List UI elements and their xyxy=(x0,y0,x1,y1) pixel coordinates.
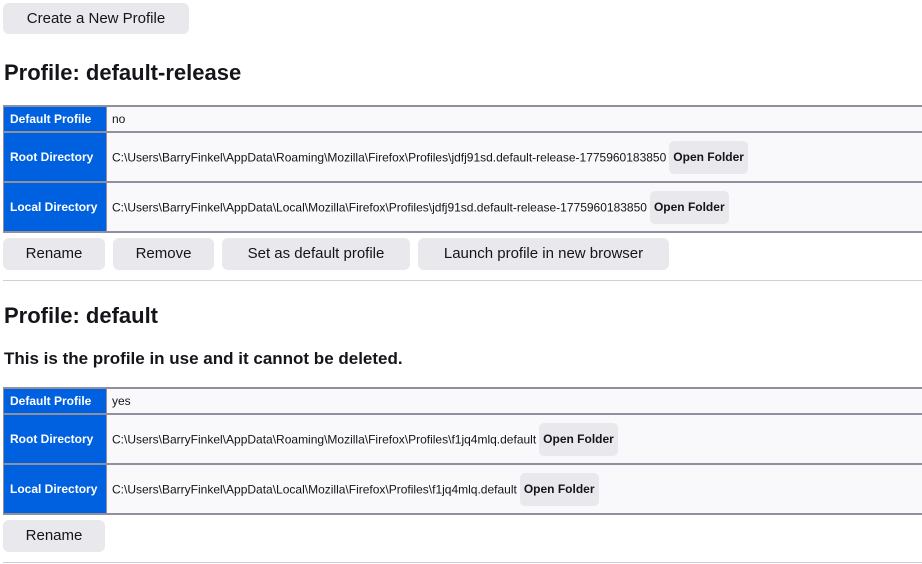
local-directory-value: C:\Users\BarryFinkel\AppData\Local\Mozil… xyxy=(106,464,922,514)
profile-heading: Profile: default xyxy=(4,303,159,328)
root-directory-value: C:\Users\BarryFinkel\AppData\Roaming\Moz… xyxy=(106,414,922,465)
local-directory-path: C:\Users\BarryFinkel\AppData\Local\Mozil… xyxy=(112,482,517,496)
local-directory-label: Local Directory xyxy=(3,182,107,232)
root-directory-path: C:\Users\BarryFinkel\AppData\Roaming\Moz… xyxy=(112,150,667,164)
default-profile-value-text: yes xyxy=(112,394,131,408)
rename-button[interactable]: Rename xyxy=(3,238,105,270)
table-row: Local Directory C:\Users\BarryFinkel\App… xyxy=(3,464,922,514)
root-directory-label: Root Directory xyxy=(3,414,107,465)
root-directory-value: C:\Users\BarryFinkel\AppData\Roaming\Moz… xyxy=(106,132,922,183)
create-new-profile-button[interactable]: Create a New Profile xyxy=(3,3,189,34)
default-profile-label: Default Profile xyxy=(3,388,107,415)
default-profile-value: yes xyxy=(106,388,922,415)
table-row: Root Directory C:\Users\BarryFinkel\AppD… xyxy=(3,132,922,183)
root-directory-path: C:\Users\BarryFinkel\AppData\Roaming\Moz… xyxy=(112,432,537,446)
table-row: Root Directory C:\Users\BarryFinkel\AppD… xyxy=(3,414,922,465)
local-directory-label: Local Directory xyxy=(3,464,107,514)
rename-button[interactable]: Rename xyxy=(3,520,105,552)
default-profile-value: no xyxy=(106,106,922,133)
profile-heading: Profile: default-release xyxy=(4,60,242,85)
open-local-folder-button[interactable]: Open Folder xyxy=(649,190,729,224)
default-profile-label: Default Profile xyxy=(3,106,107,133)
set-default-profile-button[interactable]: Set as default profile xyxy=(222,238,410,270)
section-divider xyxy=(3,280,922,281)
table-row: Default Profile no xyxy=(3,106,922,133)
launch-profile-button[interactable]: Launch profile in new browser xyxy=(418,238,669,270)
profiles-page: Create a New Profile Profile: default-re… xyxy=(0,0,922,564)
profile-details-table: Default Profile yes Root Directory C:\Us… xyxy=(3,387,922,515)
profile-in-use-note: This is the profile in use and it cannot… xyxy=(4,349,403,368)
root-directory-label: Root Directory xyxy=(3,132,107,183)
profile-details-table: Default Profile no Root Directory C:\Use… xyxy=(3,105,922,233)
local-directory-value: C:\Users\BarryFinkel\AppData\Local\Mozil… xyxy=(106,182,922,232)
open-root-folder-button[interactable]: Open Folder xyxy=(669,140,748,174)
table-row: Default Profile yes xyxy=(3,388,922,415)
open-root-folder-button[interactable]: Open Folder xyxy=(539,422,618,456)
default-profile-value-text: no xyxy=(112,112,126,126)
section-divider xyxy=(3,562,922,563)
table-row: Local Directory C:\Users\BarryFinkel\App… xyxy=(3,182,922,232)
local-directory-path: C:\Users\BarryFinkel\AppData\Local\Mozil… xyxy=(112,200,647,214)
remove-button[interactable]: Remove xyxy=(113,238,214,270)
open-local-folder-button[interactable]: Open Folder xyxy=(519,472,599,506)
